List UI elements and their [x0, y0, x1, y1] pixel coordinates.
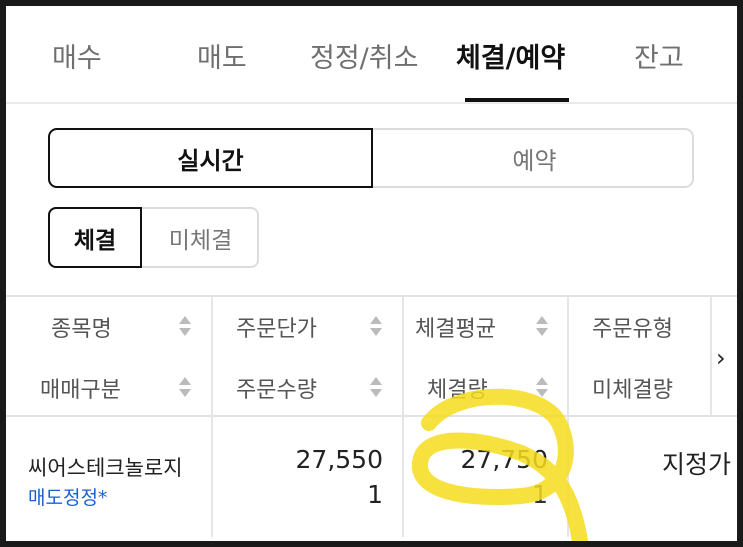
header-order-price[interactable]: 주문단가 — [236, 311, 317, 343]
filled-button[interactable]: 체결 — [48, 207, 142, 268]
fill-qty: 1 — [532, 480, 548, 509]
order-qty: 1 — [367, 480, 383, 509]
header-stock-name[interactable]: 종목명 — [51, 311, 112, 343]
tab-sell[interactable]: 매도 — [197, 36, 247, 75]
fill-status-toggle: 체결 미체결 — [48, 207, 259, 268]
unfilled-button[interactable]: 미체결 — [142, 207, 259, 268]
header-order-type[interactable]: 주문유형 — [592, 311, 673, 343]
trade-type-link[interactable]: 매도정정* — [28, 483, 107, 510]
tab-fills-reservations[interactable]: 체결/예약 — [456, 36, 565, 75]
header-fill-qty[interactable]: 체결량 — [427, 372, 488, 404]
tab-modify-cancel[interactable]: 정정/취소 — [310, 36, 418, 75]
sort-icon[interactable] — [369, 374, 383, 400]
column-divider — [211, 297, 213, 537]
reservation-button[interactable]: 예약 — [373, 128, 696, 188]
sort-icon[interactable] — [535, 374, 549, 400]
header-unfilled-qty[interactable]: 미체결량 — [592, 372, 673, 404]
sort-icon[interactable] — [178, 374, 192, 400]
sort-icon[interactable] — [369, 313, 383, 339]
header-avg-fill-price[interactable]: 체결평균 — [415, 311, 496, 343]
order-panel: 매수 매도 정정/취소 체결/예약 잔고 실시간 예약 체결 미체결 종목명 주… — [6, 6, 737, 541]
column-divider — [710, 297, 712, 415]
chevron-right-icon[interactable]: › — [716, 344, 726, 372]
mode-toggle: 실시간 예약 — [48, 128, 694, 188]
realtime-button[interactable]: 실시간 — [48, 128, 373, 188]
stock-name: 씨어스테크놀로지 — [28, 456, 183, 480]
avg-fill-price: 27,750 — [460, 445, 548, 474]
order-tab-bar: 매수 매도 정정/취소 체결/예약 잔고 — [6, 6, 737, 104]
active-tab-indicator — [465, 98, 569, 102]
order-type: 지정가 — [662, 450, 732, 479]
tab-balance[interactable]: 잔고 — [634, 36, 684, 75]
order-price: 27,550 — [295, 445, 383, 474]
column-divider — [567, 297, 569, 537]
header-order-qty[interactable]: 주문수량 — [236, 372, 317, 404]
sort-icon[interactable] — [178, 313, 192, 339]
header-trade-type[interactable]: 매매구분 — [40, 372, 121, 404]
tab-buy[interactable]: 매수 — [52, 36, 102, 75]
sort-icon[interactable] — [535, 313, 549, 339]
column-divider — [402, 297, 404, 537]
